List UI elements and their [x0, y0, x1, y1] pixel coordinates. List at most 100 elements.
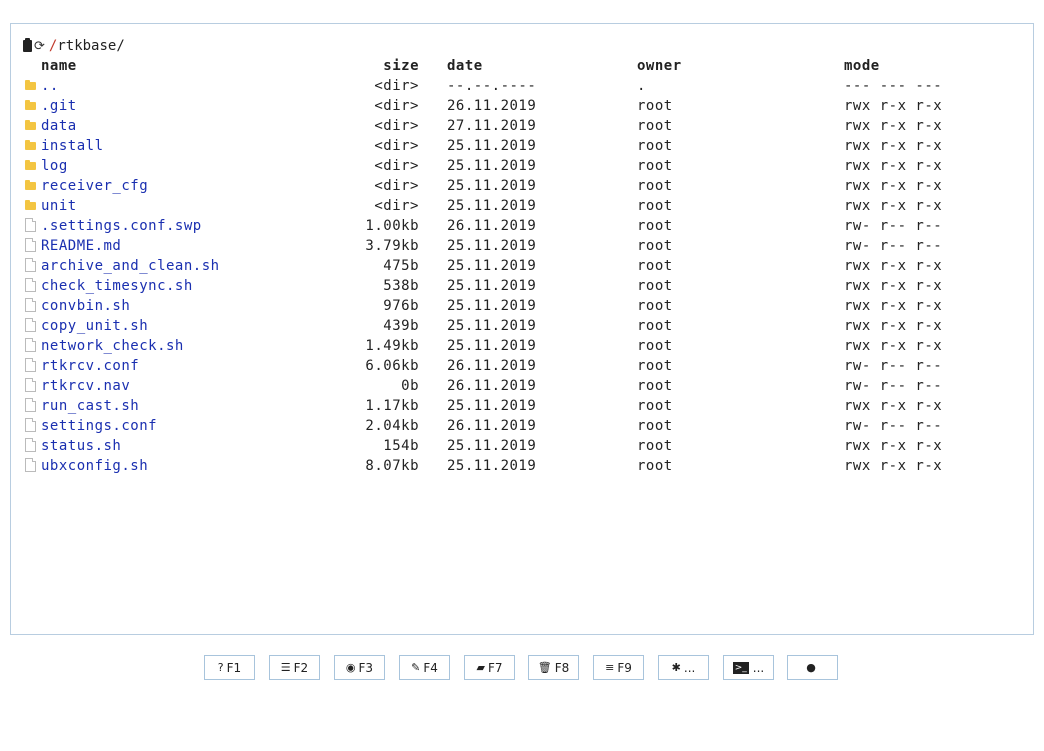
fkey-button-f8[interactable]: 🗑 F8	[528, 655, 579, 680]
file-owner: root	[637, 238, 673, 254]
file-row[interactable]: run_cast.sh 1.17kb 25.11.2019 root rwx r-x r…	[11, 396, 1031, 416]
fkey-button-f1[interactable]: ? F1	[204, 655, 255, 680]
file-owner: .	[637, 78, 646, 94]
file-name[interactable]: .git	[41, 96, 77, 116]
gear-icon: ✱	[671, 661, 681, 674]
file-icon	[25, 438, 36, 452]
column-header-mode[interactable]: mode	[844, 56, 880, 76]
fkey-label: F2	[293, 660, 309, 675]
fkey-label: F3	[358, 660, 374, 675]
file-size: 976b	[383, 298, 419, 314]
function-key-bar: ? F1 ☰ F2 ◉ F3 ✎ F4 ▰ F7 🗑 F8 ≡ F9 ✱... >_... ●	[0, 655, 1044, 682]
file-name[interactable]: ..	[41, 76, 59, 96]
fkey-button-f7[interactable]: ▰ F7	[464, 655, 515, 680]
folder-row[interactable]: data <dir> 27.11.2019 root rwx r-x r-x	[11, 116, 1031, 136]
refresh-icon[interactable]: ⟳	[34, 39, 45, 54]
file-row[interactable]: status.sh 154b 25.11.2019 root rwx r-x r-x	[11, 436, 1031, 456]
file-size: <dir>	[374, 118, 419, 134]
file-owner: root	[637, 98, 673, 114]
file-date: 25.11.2019	[447, 158, 537, 174]
file-row[interactable]: settings.conf 2.04kb 26.11.2019 root rw- r--…	[11, 416, 1031, 436]
file-row[interactable]: README.md 3.79kb 25.11.2019 root rw- r-- r--	[11, 236, 1031, 256]
file-icon	[25, 458, 36, 472]
file-owner: root	[637, 298, 673, 314]
fkey-label: F9	[617, 660, 632, 675]
folder-open-icon: ▰	[476, 661, 485, 674]
file-owner: root	[637, 158, 673, 174]
file-size: 8.07kb	[365, 458, 419, 474]
file-name[interactable]: install	[41, 136, 104, 156]
file-owner: root	[637, 378, 673, 394]
file-icon	[25, 358, 36, 372]
file-owner: root	[637, 278, 673, 294]
file-row[interactable]: network_check.sh 1.49kb 25.11.2019 root rwx …	[11, 336, 1031, 356]
file-row[interactable]: copy_unit.sh 439b 25.11.2019 root rwx r-x r-…	[11, 316, 1031, 336]
file-name[interactable]: status.sh	[41, 436, 121, 456]
folder-row[interactable]: log <dir> 25.11.2019 root rwx r-x r-x	[11, 156, 1031, 176]
file-mode: rwx r-x r-x	[844, 438, 943, 454]
column-header-owner[interactable]: owner	[637, 56, 682, 76]
file-name[interactable]: rtkrcv.conf	[41, 356, 139, 376]
fkey-button-comment[interactable]: ●	[787, 655, 838, 680]
column-header-name[interactable]: name	[41, 56, 77, 76]
file-date: 25.11.2019	[447, 318, 537, 334]
file-name[interactable]: rtkrcv.nav	[41, 376, 130, 396]
fkey-button-f4[interactable]: ✎ F4	[399, 655, 450, 680]
file-row[interactable]: rtkrcv.nav 0b 26.11.2019 root rw- r-- r--	[11, 376, 1031, 396]
file-name[interactable]: .settings.conf.swp	[41, 216, 202, 236]
file-name[interactable]: network_check.sh	[41, 336, 184, 356]
file-name[interactable]: copy_unit.sh	[41, 316, 148, 336]
file-mode: rwx r-x r-x	[844, 278, 943, 294]
file-size: <dir>	[374, 158, 419, 174]
file-date: 25.11.2019	[447, 398, 537, 414]
file-mode: rwx r-x r-x	[844, 178, 943, 194]
file-mode: rw- r-- r--	[844, 418, 943, 434]
file-row[interactable]: ubxconfig.sh 8.07kb 25.11.2019 root rwx r-x …	[11, 456, 1031, 476]
folder-row[interactable]: install <dir> 25.11.2019 root rwx r-x r-x	[11, 136, 1031, 156]
file-name[interactable]: data	[41, 116, 77, 136]
file-row[interactable]: .settings.conf.swp 1.00kb 26.11.2019 root rw…	[11, 216, 1031, 236]
file-owner: root	[637, 178, 673, 194]
file-mode: rwx r-x r-x	[844, 398, 943, 414]
file-owner: root	[637, 398, 673, 414]
folder-row[interactable]: unit <dir> 25.11.2019 root rwx r-x r-x	[11, 196, 1031, 216]
file-name[interactable]: unit	[41, 196, 77, 216]
file-name[interactable]: receiver_cfg	[41, 176, 148, 196]
fkey-button-f2[interactable]: ☰ F2	[269, 655, 320, 680]
file-date: 25.11.2019	[447, 458, 537, 474]
file-name[interactable]: archive_and_clean.sh	[41, 256, 220, 276]
column-header-size[interactable]: size	[383, 56, 419, 76]
fkey-button-terminal[interactable]: >_...	[723, 655, 774, 680]
column-header-date[interactable]: date	[447, 56, 483, 76]
file-name[interactable]: convbin.sh	[41, 296, 130, 316]
file-name[interactable]: README.md	[41, 236, 121, 256]
file-date: 26.11.2019	[447, 98, 537, 114]
file-name[interactable]: run_cast.sh	[41, 396, 139, 416]
file-owner: root	[637, 198, 673, 214]
file-row[interactable]: rtkrcv.conf 6.06kb 26.11.2019 root rw- r-- r…	[11, 356, 1031, 376]
file-name[interactable]: log	[41, 156, 68, 176]
file-name[interactable]: ubxconfig.sh	[41, 456, 148, 476]
file-size: 475b	[383, 258, 419, 274]
file-mode: rwx r-x r-x	[844, 198, 943, 214]
file-name[interactable]: check_timesync.sh	[41, 276, 193, 296]
file-table: name size date owner mode .. <dir> --.--.-…	[11, 56, 1031, 476]
folder-row[interactable]: .git <dir> 26.11.2019 root rwx r-x r-x	[11, 96, 1031, 116]
file-size: <dir>	[374, 198, 419, 214]
file-name[interactable]: settings.conf	[41, 416, 157, 436]
file-row[interactable]: convbin.sh 976b 25.11.2019 root rwx r-x r-x	[11, 296, 1031, 316]
folder-row[interactable]: .. <dir> --.--.----. --- --- ---	[11, 76, 1031, 96]
clipboard-icon[interactable]	[23, 38, 32, 52]
file-size: 3.79kb	[365, 238, 419, 254]
fkey-button-gear[interactable]: ✱...	[658, 655, 709, 680]
file-date: 26.11.2019	[447, 358, 537, 374]
fkey-button-f3[interactable]: ◉ F3	[334, 655, 385, 680]
folder-row[interactable]: receiver_cfg <dir> 25.11.2019 root rwx r-x r…	[11, 176, 1031, 196]
file-row[interactable]: check_timesync.sh 538b 25.11.2019 root rwx r…	[11, 276, 1031, 296]
path-root[interactable]: /	[49, 38, 57, 54]
fkey-button-f9[interactable]: ≡ F9	[593, 655, 644, 680]
file-mode: rwx r-x r-x	[844, 258, 943, 274]
file-row[interactable]: archive_and_clean.sh 475b 25.11.2019 root rw…	[11, 256, 1031, 276]
file-mode: rwx r-x r-x	[844, 138, 943, 154]
path-folder[interactable]: rtkbase/	[57, 38, 124, 54]
